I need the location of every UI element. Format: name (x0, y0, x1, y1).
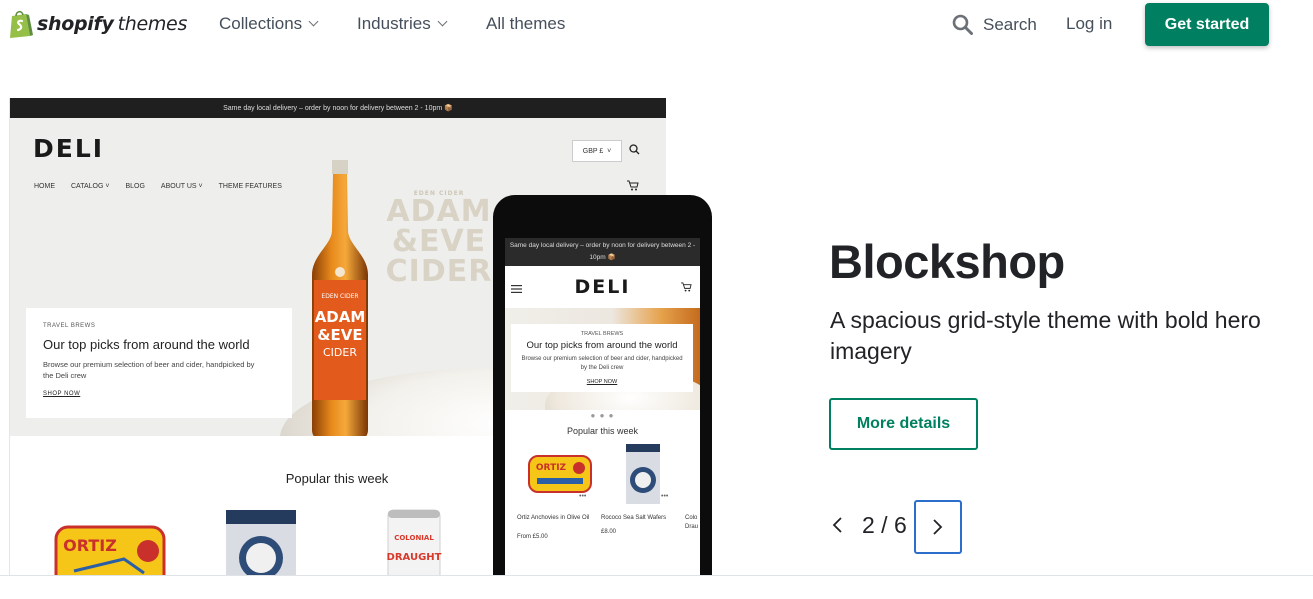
svg-text:ORTIZ: ORTIZ (536, 463, 567, 473)
colonial-draught-can-image: COLONIAL DRAUGHT (387, 509, 442, 576)
preview-currency-select: GBP £ ˅ (572, 140, 622, 162)
shopify-themes-logo[interactable]: shopify themes (8, 8, 187, 40)
mobile-cart-icon (681, 282, 692, 292)
svg-text:ORTIZ: ORTIZ (63, 536, 117, 555)
svg-text:DRAUGHT: DRAUGHT (387, 552, 442, 563)
mobile-promo-card: TRAVEL BREWS Our top picks from around t… (511, 324, 693, 392)
mobile-ortiz-tin-image: ORTIZ (528, 455, 592, 493)
svg-text:&EVE: &EVE (317, 326, 362, 344)
mobile-product-price: From £5.00 (517, 534, 548, 540)
mobile-screen: Same day local delivery – order by noon … (505, 238, 700, 576)
preview-menu-features: THEME FEATURES (218, 183, 282, 190)
chevron-right-icon (933, 519, 943, 535)
top-nav: shopify themes Collections Industries Al… (0, 0, 1313, 50)
mobile-store-logo: DELI (574, 276, 631, 298)
mobile-announcement-bar: Same day local delivery – order by noon … (505, 238, 700, 266)
ortiz-tin-image: ORTIZ (54, 525, 166, 576)
nav-industries[interactable]: Industries (357, 14, 448, 34)
search-label: Search (983, 14, 1037, 34)
more-details-button[interactable]: More details (829, 398, 978, 450)
promo-eyebrow: TRAVEL BREWS (43, 323, 96, 329)
mobile-product-price: £8.00 (601, 529, 617, 535)
promo-shop-now-link: SHOP NOW (43, 391, 81, 397)
mobile-header: DELI (505, 266, 700, 308)
nav-all-themes-label: All themes (486, 14, 566, 33)
next-theme-button[interactable] (914, 500, 962, 554)
preview-search-icon (629, 144, 640, 155)
preview-menu-home: HOME (34, 183, 55, 190)
preview-announcement-bar: Same day local delivery – order by noon … (10, 98, 666, 118)
preview-popular-heading: Popular this week (285, 471, 389, 486)
svg-text:COLONIAL: COLONIAL (394, 534, 434, 542)
cider-sign-graphic: EDEN CIDER ADAM &EVE CIDER (385, 190, 493, 289)
mobile-promo-body: Browse our premium selection of beer and… (521, 356, 683, 371)
chevron-down-icon (437, 16, 448, 27)
previous-theme-button[interactable] (822, 508, 852, 542)
mobile-product-name: Rococo Sea Salt Wafers (601, 515, 667, 521)
svg-text:CIDER: CIDER (323, 346, 357, 359)
more-options-icon: ••• (661, 493, 669, 500)
preview-menu-about: ABOUT US ˅ (160, 183, 203, 190)
cider-bottle-image: EDEN CIDER ADAM &EVE CIDER (312, 160, 368, 436)
preview-menu: HOME CATALOG ˅ BLOG ABOUT US ˅ THEME FEA… (34, 183, 282, 190)
slideshow-dots: ● ● ● (590, 411, 615, 420)
search-icon (952, 14, 973, 35)
preview-store-logo: DELI (33, 134, 105, 163)
preview-menu-catalog: CATALOG ˅ (71, 183, 110, 190)
svg-text:ADAM: ADAM (315, 308, 366, 326)
chevron-left-icon (832, 517, 842, 533)
mobile-product-name: Ortiz Anchovies in Olive Oil (517, 515, 590, 521)
nav-collections[interactable]: Collections (219, 14, 319, 34)
nav-collections-label: Collections (219, 14, 303, 33)
login-link[interactable]: Log in (1066, 14, 1112, 34)
more-options-icon: ••• (579, 493, 587, 500)
carousel-page-indicator: 2 / 6 (862, 512, 907, 538)
promo-title: Our top picks from around the world (43, 337, 250, 352)
mobile-promo-link: SHOP NOW (586, 379, 618, 385)
logo-shopify-text: shopify (37, 13, 114, 35)
nav-industries-label: Industries (357, 14, 431, 33)
mobile-popular-heading: Popular this week (566, 426, 639, 436)
theme-preview-mobile[interactable]: Same day local delivery – order by noon … (493, 195, 712, 576)
mobile-promo-title: Our top picks from around the world (526, 340, 678, 351)
theme-description: A spacious grid-style theme with bold he… (830, 307, 1261, 364)
theme-title: Blockshop (829, 235, 1065, 288)
mobile-wafers-image (626, 444, 660, 504)
nav-all-themes[interactable]: All themes (486, 14, 565, 34)
get-started-button[interactable]: Get started (1145, 3, 1269, 46)
mobile-product-name: Colo Drau (685, 515, 699, 530)
search-button[interactable]: Search (952, 14, 1037, 35)
sea-salt-wafers-image (226, 510, 296, 576)
chevron-down-icon (308, 16, 319, 27)
promo-body: Browse our premium selection of beer and… (43, 360, 255, 380)
section-divider (0, 575, 1313, 576)
preview-cart-icon (627, 180, 639, 191)
mobile-promo-eyebrow: TRAVEL BREWS (580, 331, 624, 337)
mobile-hero: TRAVEL BREWS Our top picks from around t… (505, 308, 700, 410)
preview-menu-blog: BLOG (125, 183, 145, 190)
preview-promo-card: TRAVEL BREWS Our top picks from around t… (26, 308, 292, 418)
logo-themes-text: themes (117, 13, 188, 35)
shopify-bag-icon (10, 10, 33, 38)
svg-text:EDEN CIDER: EDEN CIDER (321, 293, 358, 300)
